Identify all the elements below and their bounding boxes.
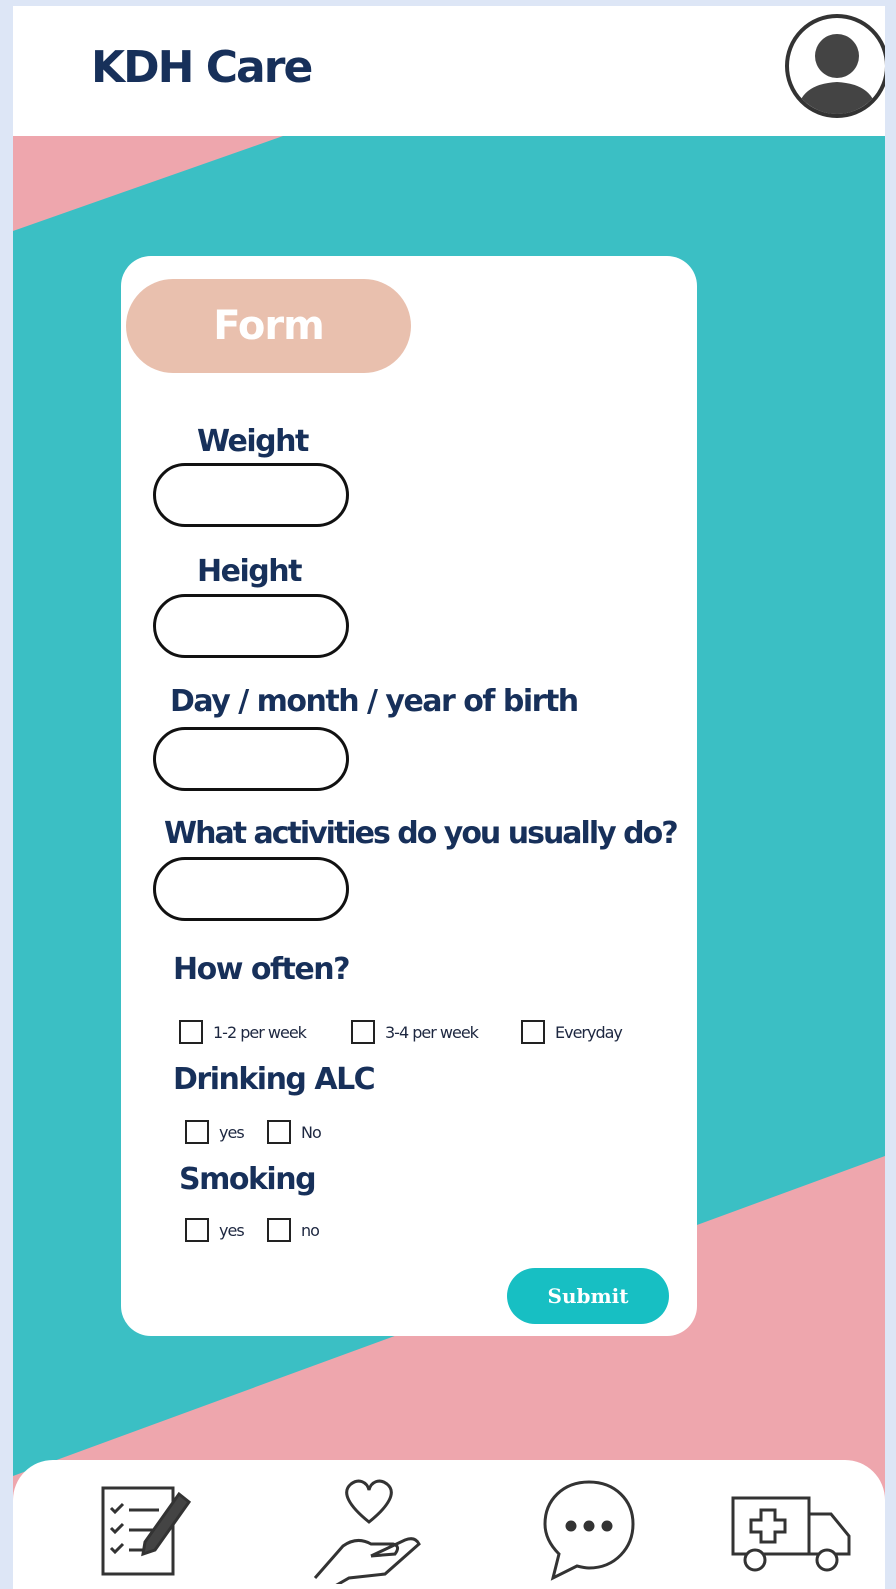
smoking-checkbox-yes[interactable] <box>185 1218 209 1242</box>
user-avatar-icon[interactable] <box>785 14 885 118</box>
form-tab: Form <box>126 279 411 373</box>
app-header: KDH Care <box>13 6 885 136</box>
drinking-checkbox-no[interactable] <box>267 1120 291 1144</box>
smoking-label: Smoking <box>179 1162 317 1197</box>
drinking-option-yes[interactable]: yes <box>185 1120 245 1144</box>
frequency-label: How often? <box>173 952 351 987</box>
activities-input[interactable] <box>153 857 349 921</box>
frequency-option-2[interactable]: 3-4 per week <box>351 1020 479 1044</box>
birth-date-input[interactable] <box>153 727 349 791</box>
smoking-checkbox-no[interactable] <box>267 1218 291 1242</box>
activities-label: What activities do you usually do? <box>164 816 679 851</box>
form-tab-label: Form <box>213 303 325 349</box>
frequency-checkbox-2[interactable] <box>351 1020 375 1044</box>
chat-bubble-icon[interactable] <box>539 1474 639 1589</box>
smoking-option-no[interactable]: no <box>267 1218 320 1242</box>
frequency-option-label: 1-2 per week <box>213 1022 307 1042</box>
frequency-checkbox-1[interactable] <box>179 1020 203 1044</box>
frequency-option-label: 3-4 per week <box>385 1022 479 1042</box>
submit-button[interactable]: Submit <box>507 1268 669 1324</box>
drinking-option-no[interactable]: No <box>267 1120 322 1144</box>
frequency-checkbox-3[interactable] <box>521 1020 545 1044</box>
drinking-option-label: yes <box>219 1122 245 1142</box>
frequency-option-3[interactable]: Everyday <box>521 1020 623 1044</box>
drinking-label: Drinking ALC <box>173 1062 376 1097</box>
weight-input[interactable] <box>153 463 349 527</box>
smoking-option-label: yes <box>219 1220 245 1240</box>
clipboard-form-icon[interactable] <box>97 1474 197 1589</box>
heart-hand-icon[interactable] <box>309 1474 429 1589</box>
app-screen: KDH Care Form Weight Height Day / month … <box>13 6 885 1589</box>
smoking-option-label: no <box>301 1220 320 1240</box>
form-card: Form Weight Height Day / month / year of… <box>121 256 697 1336</box>
smoking-option-yes[interactable]: yes <box>185 1218 245 1242</box>
frequency-option-1[interactable]: 1-2 per week <box>179 1020 307 1044</box>
drinking-checkbox-yes[interactable] <box>185 1120 209 1144</box>
weight-label: Weight <box>197 424 309 459</box>
height-label: Height <box>197 554 302 589</box>
bottom-nav <box>13 1460 885 1589</box>
drinking-option-label: No <box>301 1122 322 1142</box>
frequency-option-label: Everyday <box>555 1022 623 1042</box>
ambulance-icon[interactable] <box>727 1474 857 1589</box>
height-input[interactable] <box>153 594 349 658</box>
app-title: KDH Care <box>91 42 313 93</box>
birth-date-label: Day / month / year of birth <box>170 684 579 719</box>
